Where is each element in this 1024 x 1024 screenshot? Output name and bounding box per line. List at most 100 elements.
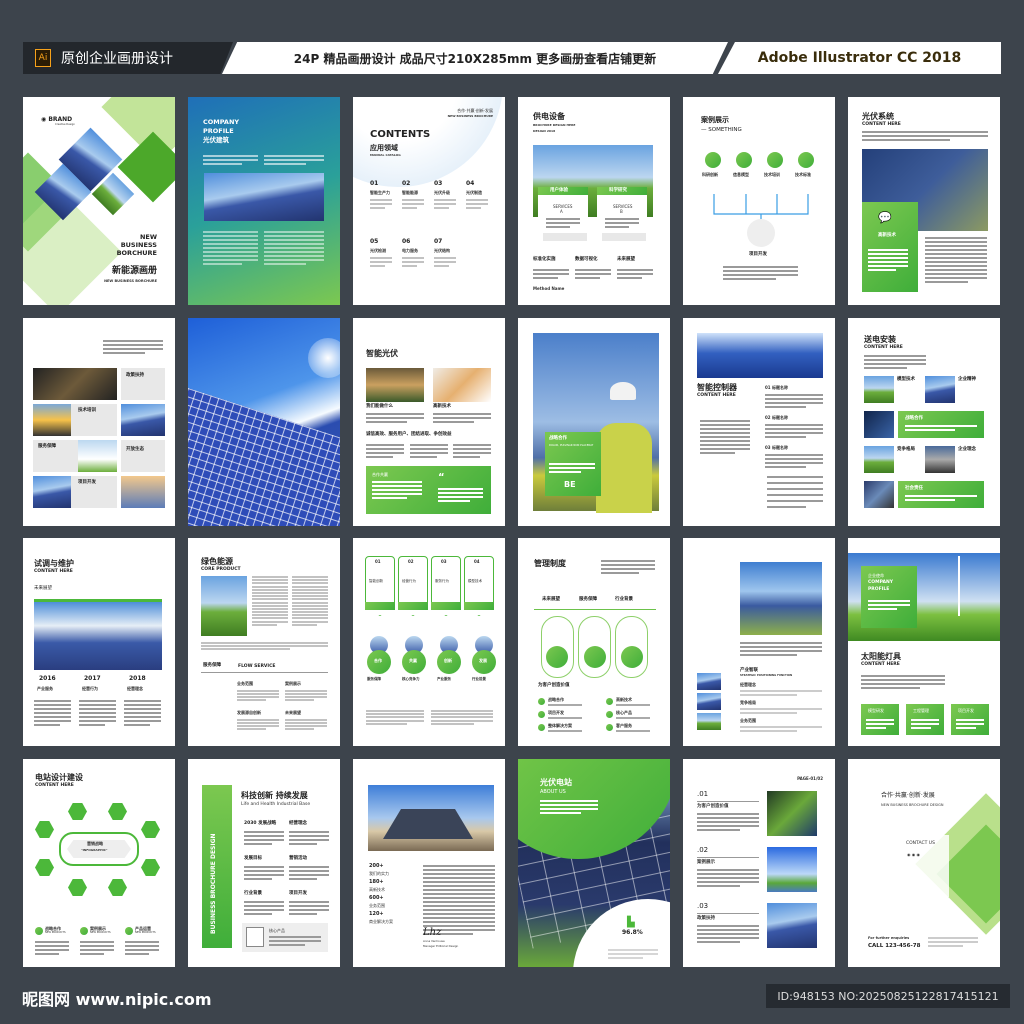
text: 行业背景 (615, 597, 633, 602)
placeholder-line (124, 700, 161, 702)
placeholder-line (292, 620, 328, 623)
page-industry-link: 产业智联 STRATEGIC POSITIONING FUNCTION 经营理念… (683, 538, 835, 746)
placeholder-line (905, 499, 956, 501)
placeholder-line (700, 448, 750, 450)
placeholder-line (264, 155, 324, 157)
placeholder-line (244, 831, 284, 833)
placeholder-line (370, 265, 386, 267)
placeholder-line (252, 598, 288, 601)
photo (767, 903, 817, 948)
text: CONTENT HERE (697, 393, 736, 398)
placeholder-line (723, 278, 776, 280)
placeholder-line (292, 585, 328, 588)
text: 未来展望 (542, 597, 560, 602)
text-lines (34, 700, 71, 726)
circle-label: 合作 (374, 658, 382, 663)
text: 战略合作 (905, 416, 923, 421)
placeholder-line (402, 199, 424, 201)
placeholder-line (370, 203, 392, 205)
placeholder-line (203, 231, 258, 233)
placeholder-line (423, 901, 495, 903)
text-placeholder-lines (765, 424, 823, 438)
photo (433, 368, 491, 402)
circle-label: 创新 (444, 658, 452, 663)
placeholder-line (264, 239, 324, 241)
text: NEW BUSINESS BROCHURE DESIGN (881, 803, 944, 807)
text-lines (125, 941, 159, 955)
placeholder-line (292, 595, 328, 598)
text: CONTENT HERE (862, 122, 901, 127)
placeholder-line (370, 199, 392, 201)
photo (864, 411, 894, 438)
text-placeholder-lines (605, 218, 639, 228)
item-sub: NEW PRODUCTS (90, 931, 111, 934)
placeholder-line (125, 941, 159, 943)
text: 经营理念 (289, 821, 307, 826)
placeholder-line (244, 905, 284, 907)
photo (308, 338, 340, 378)
hexagon-icon (108, 879, 127, 896)
placeholder-line (289, 905, 329, 907)
text-placeholder-lines (911, 719, 939, 729)
floating-solar-photo (204, 173, 324, 221)
text: 标准化实施 (533, 257, 556, 262)
placeholder-line (601, 564, 655, 566)
placeholder-line (767, 482, 823, 484)
placeholder-line (289, 831, 329, 833)
stat-value: 180+ (369, 879, 384, 885)
stat-label: 商业解决方案 (369, 919, 393, 924)
text-placeholder-lines (765, 454, 823, 468)
placeholder-line (861, 679, 945, 681)
vertical-title: BUSINESS BROCHURE DESIGN (210, 833, 217, 934)
card-number: 04 (474, 559, 480, 564)
placeholder-line (697, 881, 759, 883)
text: 03 标题名称 (765, 445, 788, 450)
placeholder-line (423, 905, 495, 907)
divider (697, 801, 759, 802)
placeholder-line (423, 877, 495, 879)
placeholder-line (289, 878, 317, 880)
placeholder-line (740, 712, 798, 714)
placeholder-line (765, 428, 823, 430)
placeholder-line (925, 265, 987, 267)
text: BORCHURE (116, 249, 157, 257)
placeholder-line (292, 579, 328, 582)
placeholder-line (292, 591, 328, 594)
page-about-us: 光伏电站 ABOUT US ▙ 96.8% (518, 759, 670, 967)
feature-label: 科研创新 (702, 172, 718, 177)
photo (78, 440, 117, 472)
card-title: 智能创新 (369, 579, 383, 583)
text: COMPANY (203, 118, 240, 126)
placeholder-line (605, 218, 639, 220)
feature-label: 技术培训 (764, 172, 780, 177)
placeholder-line (289, 835, 329, 837)
photo (201, 576, 247, 636)
placeholder-line (244, 909, 284, 911)
placeholder-line (35, 953, 59, 955)
placeholder-line (292, 611, 328, 614)
bullet-icon (538, 698, 545, 705)
placeholder-line (34, 716, 71, 718)
contents-item-title: 光伏检测 (370, 248, 386, 253)
placeholder-line (203, 263, 242, 265)
placeholder-line (605, 226, 629, 228)
text-lines (697, 813, 759, 831)
text-lines (402, 257, 424, 267)
placeholder-line (103, 340, 163, 342)
placeholder-line (700, 432, 750, 434)
placeholder-line (264, 259, 324, 261)
placeholder-line (237, 728, 267, 730)
placeholder-line (80, 941, 114, 943)
placeholder-line (201, 648, 290, 651)
text: 行业背景 (244, 891, 262, 896)
placeholder-line (433, 417, 491, 419)
placeholder-line (697, 825, 759, 827)
text: 服务保障 (38, 444, 56, 449)
placeholder-line (285, 722, 327, 724)
text: 光伏建筑 (203, 136, 229, 144)
text-placeholder-lines (868, 600, 910, 610)
placeholder-line (861, 683, 945, 685)
feature-label: 技术标准 (795, 172, 811, 177)
placeholder-line (608, 949, 658, 951)
card-footer (365, 602, 395, 610)
